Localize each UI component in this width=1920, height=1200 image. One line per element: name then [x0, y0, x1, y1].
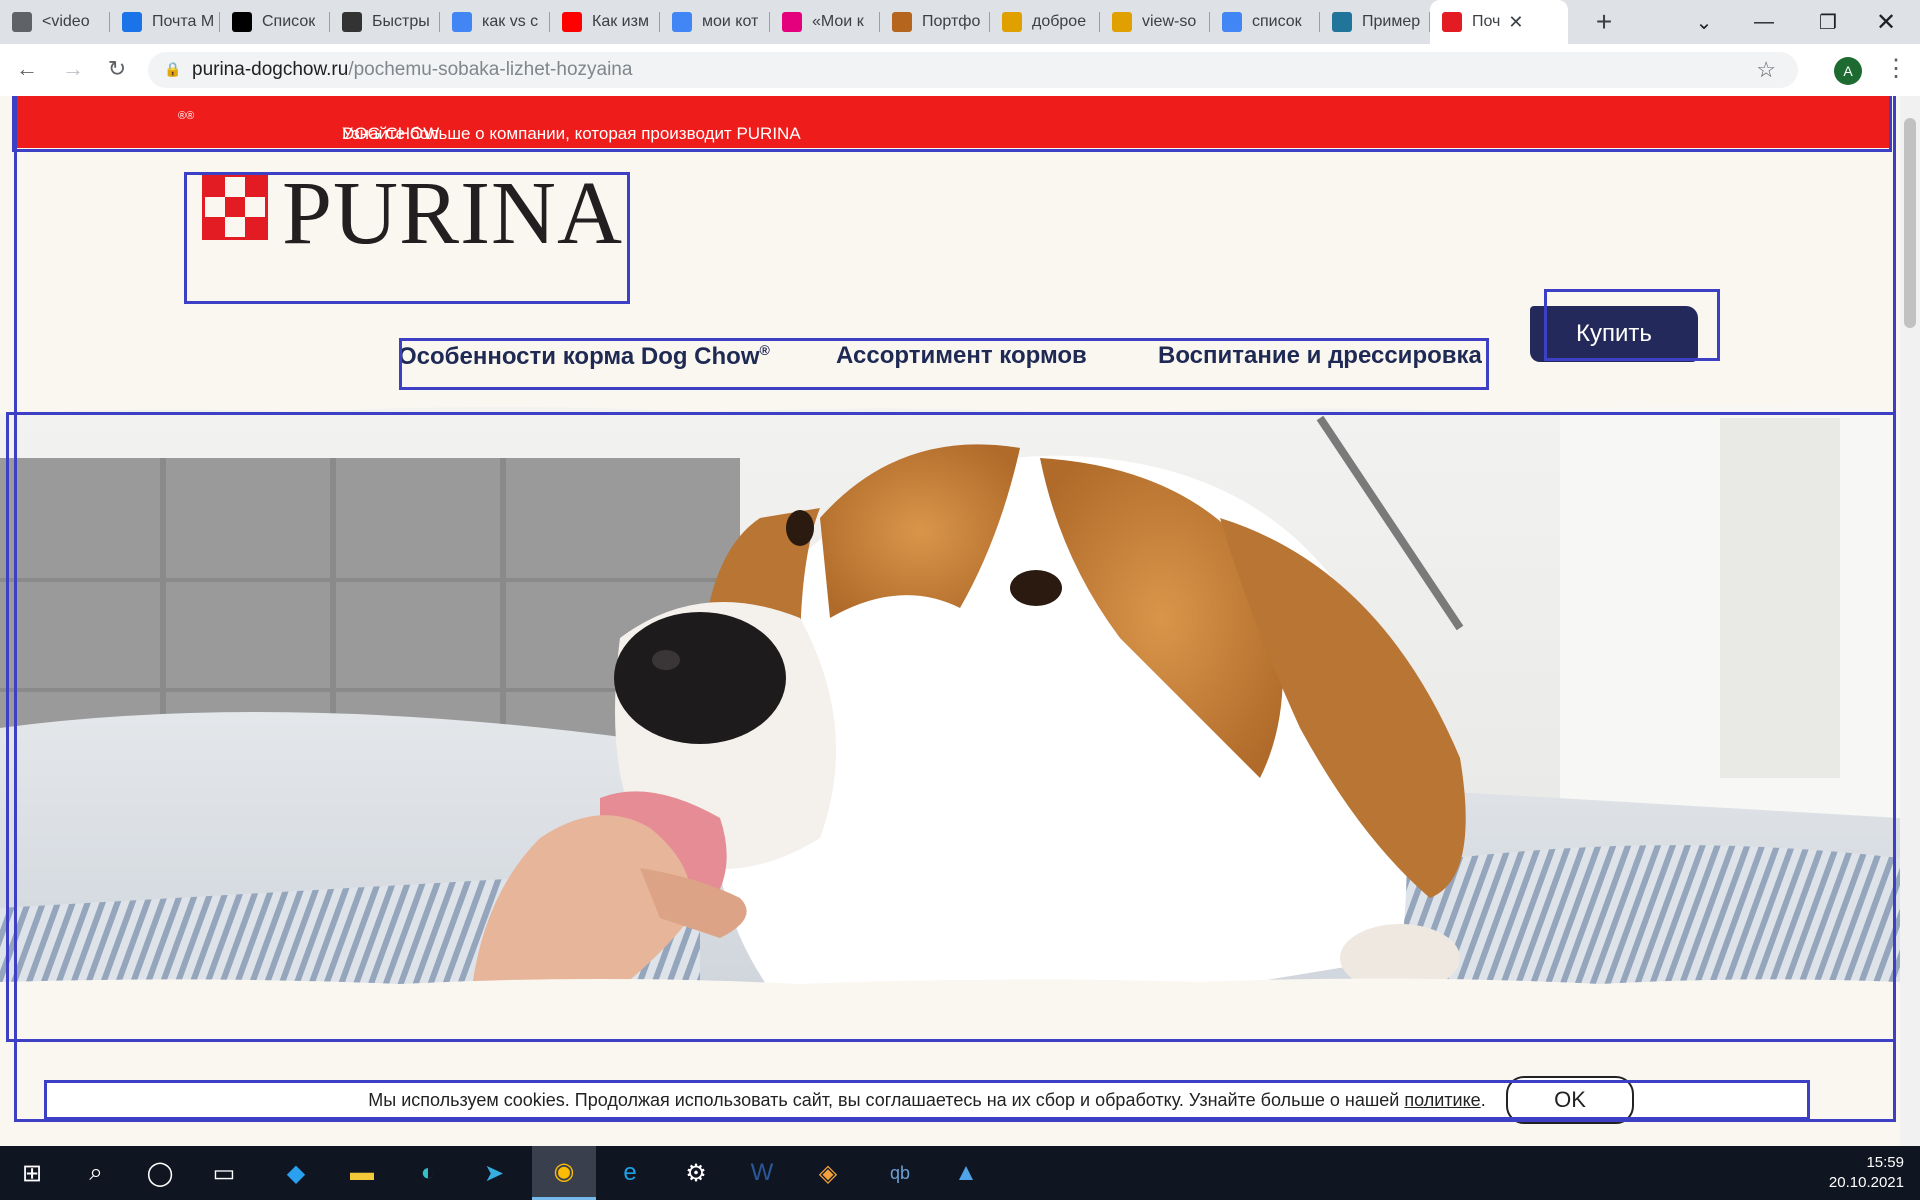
windows-start-icon[interactable]: ⊞	[12, 1153, 52, 1193]
forward-icon[interactable]: →	[58, 54, 88, 84]
tab-title: Почта М	[152, 13, 215, 30]
purina-logo[interactable]: PURINA	[196, 164, 622, 263]
tab-title: Поч	[1472, 13, 1501, 30]
address-bar[interactable]: 🔒 purina-dogchow.ru/pochemu-sobaka-lizhe…	[148, 52, 1798, 88]
cookie-notice: Мы используем cookies. Продолжая использ…	[44, 1076, 1810, 1124]
browser-tab[interactable]: как vs c	[440, 0, 550, 44]
new-tab-button[interactable]: +	[1582, 6, 1626, 38]
ie-icon[interactable]: e	[610, 1153, 650, 1193]
cortana-icon[interactable]: ◯	[140, 1153, 180, 1193]
word-icon[interactable]: W	[742, 1153, 782, 1193]
browser-tab[interactable]: «Мои к	[770, 0, 880, 44]
tab-title: Пример	[1362, 13, 1421, 30]
browser-tab[interactable]: <video	[0, 0, 110, 44]
tab-search-icon[interactable]: ⌄	[1674, 0, 1734, 44]
task-view-icon[interactable]: ▭	[204, 1153, 244, 1193]
tab-title: мои кот	[702, 13, 759, 30]
back-icon[interactable]: ←	[12, 54, 42, 84]
system-clock[interactable]: 15:59 20.10.2021	[1829, 1153, 1904, 1193]
avatar-icon	[892, 12, 912, 32]
file-explorer-icon[interactable]: ▬	[342, 1153, 382, 1193]
git-icon[interactable]: ◈	[808, 1153, 848, 1193]
web-page: Узнайте больше о компании, которая произ…	[0, 96, 1900, 1146]
page-scrollbar[interactable]	[1900, 96, 1920, 1146]
google-icon	[1222, 12, 1242, 32]
tab-title: Портфо	[922, 13, 981, 30]
browser-tab[interactable]: Портфо	[880, 0, 990, 44]
browser-tab[interactable]: view-so	[1100, 0, 1210, 44]
mail-icon	[122, 12, 142, 32]
browser-tab[interactable]: Поч ✕	[1430, 0, 1568, 44]
hero-image-dog-licking-hand	[0, 398, 1900, 1004]
search-icon[interactable]: ⌕	[76, 1153, 116, 1193]
windows-taskbar: ⊞ ⌕ ◯ ▭ ◆ ▬ ◐ ➤ ◉ e ⚙ W ◈ qb ▲ 15:59 20.…	[0, 1146, 1920, 1200]
clock-time: 15:59	[1866, 1154, 1904, 1171]
tab-title: список	[1252, 13, 1302, 30]
company-info-banner[interactable]: Узнайте больше о компании, которая произ…	[14, 96, 1890, 148]
wordpress-icon	[1332, 12, 1352, 32]
company-info-banner-text[interactable]: Узнайте больше о компании, которая произ…	[178, 110, 801, 143]
tab-title: как vs c	[482, 13, 539, 30]
tab-title: «Мои к	[812, 13, 864, 30]
url-path: /pochemu-sobaka-lizhet-hozyaina	[348, 59, 633, 80]
buy-button[interactable]: Купить	[1530, 306, 1698, 362]
scrollbar-thumb[interactable]	[1904, 118, 1916, 328]
cookie-notice-text: Мы используем cookies. Продолжая использ…	[368, 1089, 1400, 1110]
nav-food-range[interactable]: Ассортимент кормов	[836, 342, 1087, 370]
profile-avatar[interactable]: A	[1834, 57, 1862, 85]
close-window-button[interactable]: ✕	[1856, 0, 1916, 44]
bookmark-star-icon[interactable]: ☆	[1756, 57, 1776, 83]
tab-title: view-so	[1142, 13, 1197, 30]
clock-date: 20.10.2021	[1828, 1174, 1904, 1191]
chrome-icon[interactable]: ◉	[532, 1146, 596, 1200]
tab-title: доброе	[1032, 13, 1087, 30]
triangle-icon	[1002, 12, 1022, 32]
nav-training[interactable]: Воспитание и дрессировка	[1158, 342, 1482, 370]
google-icon	[452, 12, 472, 32]
settings-icon[interactable]: ⚙	[676, 1153, 716, 1193]
browser-menu-icon[interactable]: ⋮	[1884, 54, 1908, 83]
chat-icon	[12, 12, 32, 32]
hero-illustration	[0, 398, 1900, 1004]
tab-close-icon[interactable]: ✕	[1508, 12, 1523, 33]
purina-icon	[1442, 12, 1462, 32]
lock-icon: 🔒	[164, 61, 182, 77]
browser-tab[interactable]: мои кот	[660, 0, 770, 44]
browser-tab[interactable]: Как изм	[550, 0, 660, 44]
logo-wordmark: PURINA	[282, 164, 624, 263]
minimize-button[interactable]: —	[1734, 0, 1794, 44]
nav-dog-chow-features[interactable]: Особенности корма Dog Chow®	[398, 342, 770, 371]
edge-icon[interactable]: ◐	[408, 1153, 448, 1193]
tab-title: Как изм	[592, 13, 649, 30]
browser-tab[interactable]: доброе	[990, 0, 1100, 44]
tb-icon	[232, 12, 252, 32]
z-icon	[782, 12, 802, 32]
tab-title: Список	[262, 13, 316, 30]
tab-title: Быстры	[372, 13, 430, 30]
reload-icon[interactable]: ↻	[102, 54, 132, 84]
url-domain: purina-dogchow.ru	[192, 59, 349, 80]
telegram-icon[interactable]: ➤	[474, 1153, 514, 1193]
browser-toolbar: ← → ↻ 🔒 purina-dogchow.ru/pochemu-sobaka…	[0, 44, 1920, 96]
url-text[interactable]: purina-dogchow.ru/pochemu-sobaka-lizhet-…	[192, 59, 632, 81]
main-navigation: Особенности корма Dog Chow® Ассортимент …	[396, 336, 1486, 376]
tab-title: <video	[42, 13, 90, 30]
purina-checkerboard-icon	[202, 174, 268, 240]
google-icon	[672, 12, 692, 32]
chart-icon	[342, 12, 362, 32]
restore-button[interactable]: ❐	[1798, 0, 1858, 44]
browser-tab[interactable]: Список	[220, 0, 330, 44]
photos-icon[interactable]: ▲	[946, 1153, 986, 1193]
triangle-icon	[1112, 12, 1132, 32]
browser-tab[interactable]: Почта М	[110, 0, 220, 44]
browser-tab-strip: <video Почта М Список Быстры как vs c Как изм…	[0, 0, 1920, 44]
browser-tab[interactable]: Пример	[1320, 0, 1430, 44]
cookie-ok-button[interactable]: OK	[1506, 1076, 1634, 1124]
youtube-icon	[562, 12, 582, 32]
qbittorrent-icon[interactable]: qb	[880, 1153, 920, 1193]
cookie-policy-link[interactable]: политике	[1404, 1090, 1480, 1111]
browser-tab[interactable]: Быстры	[330, 0, 440, 44]
vscode-icon[interactable]: ◆	[276, 1153, 316, 1193]
browser-tab[interactable]: список	[1210, 0, 1320, 44]
